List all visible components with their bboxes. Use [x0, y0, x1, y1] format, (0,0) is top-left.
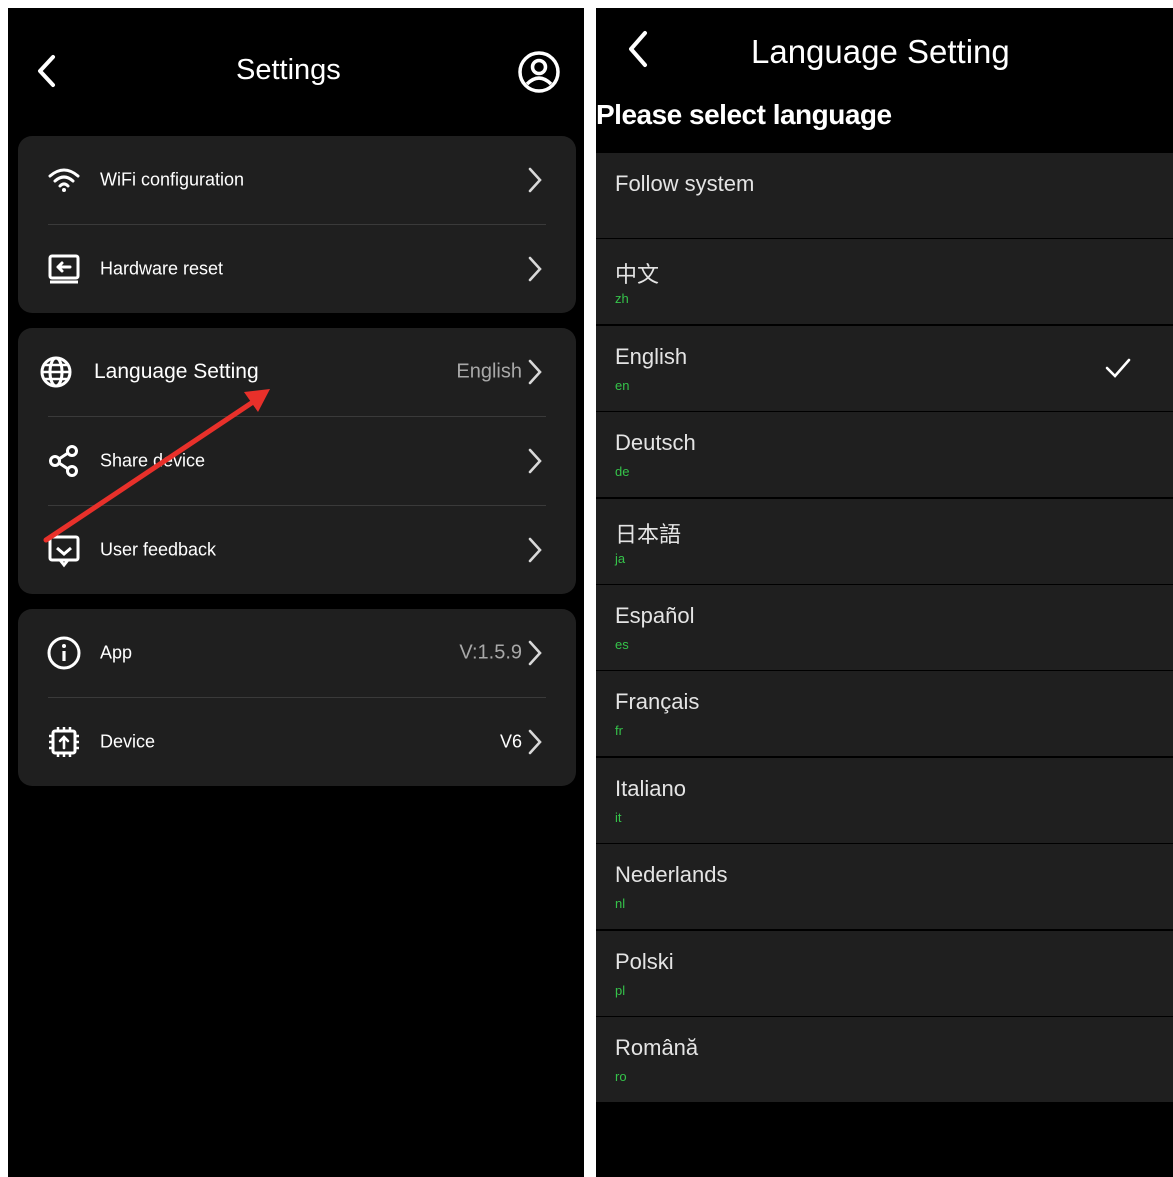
language-option-name: 日本語: [615, 521, 682, 547]
language-option[interactable]: 中文 zh: [596, 239, 1173, 325]
language-option-name: Italiano: [615, 775, 686, 801]
language-option-name: Nederlands: [615, 862, 728, 888]
back-arrow-icon[interactable]: [626, 30, 650, 68]
annotation-arrow: [43, 389, 270, 543]
language-option-name: Español: [615, 603, 695, 628]
language-option[interactable]: Español es: [596, 585, 1173, 670]
language-option[interactable]: English en: [596, 325, 1173, 411]
checkmark-icon: [1105, 358, 1131, 378]
app-label: App: [100, 642, 133, 663]
language-option[interactable]: Nederlands nl: [596, 844, 1173, 930]
language-option[interactable]: 日本語 ja: [596, 498, 1173, 584]
language-option-code: es: [615, 637, 629, 652]
page-title: Language Setting: [751, 33, 1010, 70]
language-option-name: Français: [615, 689, 700, 715]
language-option-name: Follow system: [615, 171, 755, 196]
chevron-right-icon: [528, 640, 542, 666]
language-setting-screen: Language Setting Please select language …: [596, 8, 1173, 1177]
language-option-code: zh: [615, 291, 629, 307]
language-option-code: ro: [615, 1069, 627, 1084]
language-option[interactable]: Polski pl: [596, 930, 1173, 1016]
language-option-code: ja: [615, 550, 626, 566]
section-subtitle: Please select language: [596, 99, 892, 130]
language-option-name: Deutsch: [615, 430, 696, 456]
device-chip-icon: [49, 727, 79, 757]
language-option-code: fr: [615, 723, 623, 739]
language-option[interactable]: Română ro: [596, 1017, 1173, 1102]
settings-screen: Settings WiFi configuration Hardware res…: [8, 8, 584, 1177]
language-option-name: 中文: [615, 262, 660, 288]
app-version-value: V:1.5.9: [459, 641, 522, 664]
language-option-code: pl: [615, 982, 626, 998]
app-version-row[interactable]: App V:1.5.9: [18, 609, 576, 697]
language-option-code: nl: [615, 896, 626, 912]
language-option-code: de: [615, 464, 630, 480]
language-option[interactable]: Follow system: [596, 153, 1173, 238]
settings-group-about: App V:1.5.9 Device V6: [18, 609, 576, 786]
device-version-value: V6: [499, 731, 522, 752]
language-option-name: Română: [615, 1035, 699, 1060]
language-option[interactable]: Italiano it: [596, 757, 1173, 843]
device-label: Device: [100, 731, 156, 752]
language-option[interactable]: Français fr: [596, 671, 1173, 757]
language-option-name: Polski: [615, 948, 674, 974]
language-option-name: English: [615, 343, 688, 369]
language-option[interactable]: Deutsch de: [596, 412, 1173, 498]
language-option-code: it: [615, 809, 622, 825]
chevron-right-icon: [528, 729, 542, 755]
device-version-row[interactable]: Device V6: [18, 698, 576, 786]
language-option-code: en: [615, 377, 630, 393]
info-icon: [47, 636, 81, 670]
